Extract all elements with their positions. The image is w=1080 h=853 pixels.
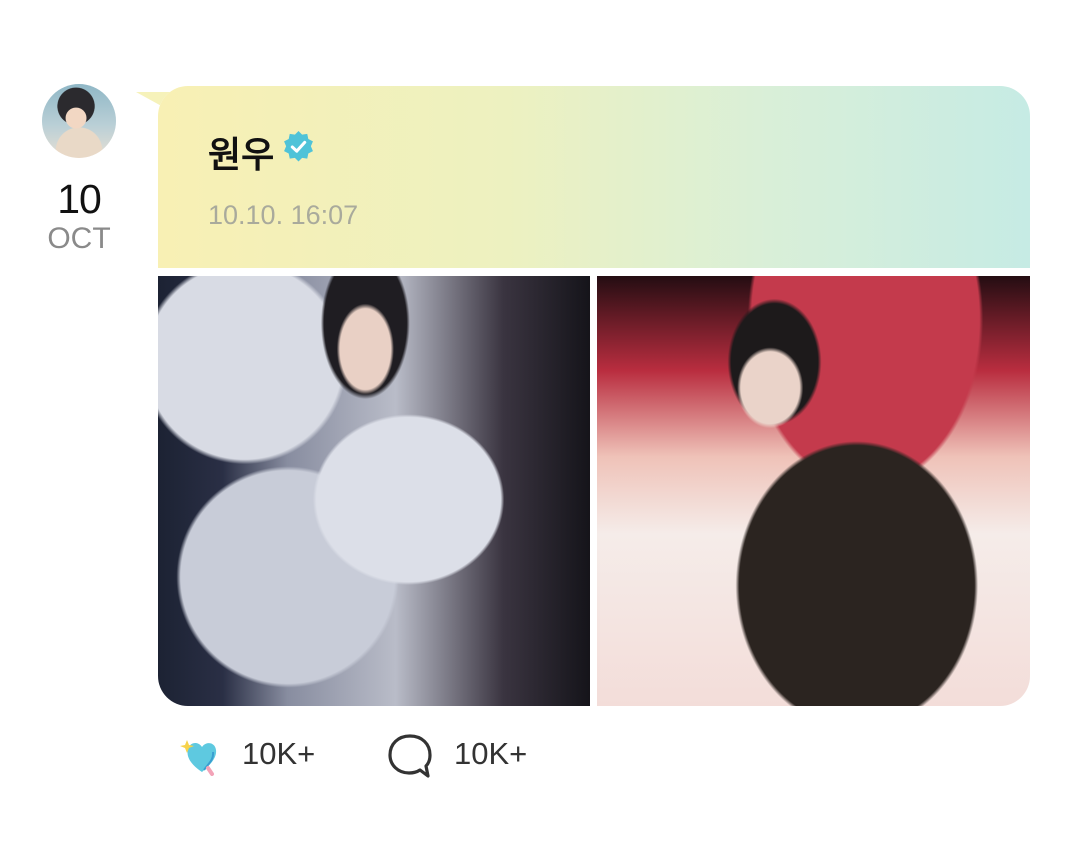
post-date-month: OCT bbox=[47, 222, 111, 255]
author-name[interactable]: 원우 bbox=[208, 126, 274, 178]
post-header: 원우 10.10. 16:07 bbox=[158, 86, 1030, 268]
verified-badge-icon bbox=[284, 131, 313, 162]
speech-bubble-icon[interactable] bbox=[386, 732, 434, 780]
post-card[interactable]: 원우 10.10. 16:07 bbox=[158, 86, 1030, 706]
author-avatar[interactable] bbox=[42, 84, 116, 158]
like-count: 10K+ bbox=[242, 736, 316, 771]
post-timestamp: 10.10. 16:07 bbox=[208, 200, 359, 230]
post-date-day: 10 bbox=[57, 176, 102, 222]
post-photo-1[interactable] bbox=[158, 276, 590, 706]
comment-count: 10K+ bbox=[454, 736, 528, 771]
post-photo-2[interactable] bbox=[597, 276, 1030, 706]
reaction-row: 10K+ 10K+ bbox=[178, 730, 578, 780]
heart-sparkle-icon[interactable] bbox=[178, 734, 222, 776]
